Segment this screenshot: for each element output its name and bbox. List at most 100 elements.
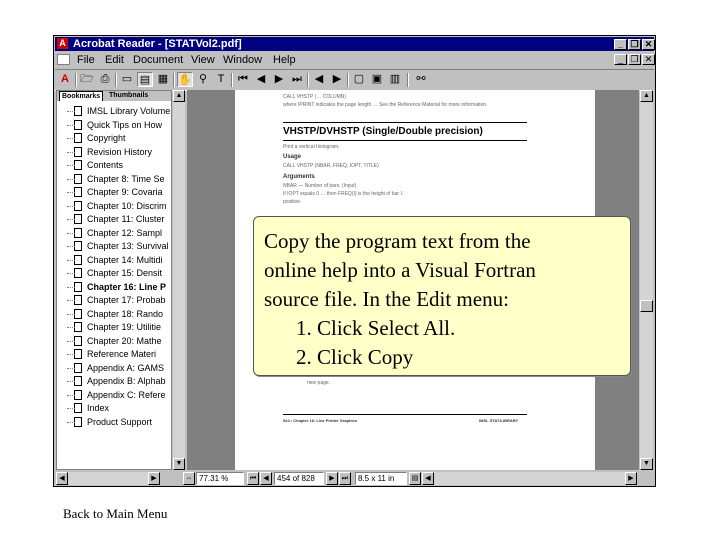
document-scrollbar[interactable]: ▲ ▼	[640, 90, 653, 470]
maximize-button[interactable]: ❐	[628, 39, 641, 50]
bookmark-item[interactable]: Index	[57, 402, 171, 415]
page-number-field[interactable]: 454 of 828	[274, 472, 324, 485]
page-icon	[67, 322, 82, 332]
tab-bookmarks[interactable]: Bookmarks	[59, 91, 104, 101]
scroll-up-icon[interactable]: ▲	[173, 90, 185, 102]
page-only-icon[interactable]: ▭	[119, 72, 135, 87]
bookmark-item[interactable]: Chapter 8: Time Se	[57, 173, 171, 186]
scroll-left-icon[interactable]: ◀	[422, 472, 434, 485]
bookmark-item[interactable]: Contents	[57, 159, 171, 172]
arg-text: positive.	[283, 199, 302, 205]
scroll-left-icon[interactable]: ◀	[56, 472, 68, 485]
scroll-right-icon[interactable]: ▶	[625, 472, 637, 485]
bookmark-item[interactable]: Chapter 18: Rando	[57, 308, 171, 321]
scroll-up-icon[interactable]: ▲	[640, 90, 653, 102]
bookmark-item[interactable]: IMSL Library Volume	[57, 105, 171, 118]
page-icon	[67, 241, 82, 251]
bookmark-label: Chapter 17: Probab	[87, 295, 166, 305]
thumbnails-pane-icon[interactable]: ▦	[155, 72, 171, 87]
scroll-down-icon[interactable]: ▼	[640, 458, 653, 470]
prev-page-icon[interactable]: ◀	[260, 472, 272, 485]
toolbar-separator	[75, 73, 77, 87]
bookmarks-hscroll[interactable]	[68, 472, 148, 485]
go-back-icon[interactable]: ◀	[311, 72, 327, 87]
menu-help[interactable]: Help	[273, 52, 296, 68]
zoom-mode-icon[interactable]: ⇔	[183, 472, 195, 485]
next-page-icon[interactable]: ▶	[271, 72, 287, 87]
menu-file[interactable]: File	[77, 52, 95, 68]
hand-tool-icon[interactable]: ✋	[177, 72, 193, 87]
bookmarks-scrollbar[interactable]: ▲ ▼	[173, 90, 185, 470]
bookmark-item[interactable]: Product Support	[57, 416, 171, 429]
bookmark-item[interactable]: Chapter 9: Covaria	[57, 186, 171, 199]
bookmark-item[interactable]: Chapter 10: Discrim	[57, 200, 171, 213]
bookmark-item[interactable]: Chapter 14: Multidi	[57, 254, 171, 267]
bookmark-label: Chapter 18: Rando	[87, 308, 164, 319]
page-icon	[67, 295, 82, 305]
bookmark-item[interactable]: Chapter 12: Sampl	[57, 227, 171, 240]
document-icon[interactable]	[57, 54, 70, 65]
find-icon[interactable]: ⚯	[413, 72, 429, 87]
zoom-tool-icon[interactable]: ⚲	[195, 72, 211, 87]
bookmark-label: Product Support	[87, 416, 153, 427]
arg-text: NBAR — Number of bars. (Input)	[283, 183, 357, 189]
bookmark-item[interactable]: Appendix B: Alphab	[57, 375, 171, 388]
go-forward-icon[interactable]: ▶	[329, 72, 345, 87]
doc-minimize-button[interactable]: _	[614, 54, 627, 65]
close-button[interactable]: ✕	[642, 39, 655, 50]
menu-view[interactable]: View	[191, 52, 215, 68]
bookmark-item[interactable]: Copyright	[57, 132, 171, 145]
page-footer-right: IMSL STAT/LIBRARY	[479, 418, 519, 423]
back-to-main-menu-link[interactable]: Back to Main Menu	[63, 506, 167, 522]
first-page-icon[interactable]: ⏮	[247, 472, 259, 485]
bookmark-item[interactable]: Chapter 19: Utilitie	[57, 321, 171, 334]
first-page-icon[interactable]: ⏮	[235, 72, 251, 87]
bookmark-label: Chapter 9: Covaria	[87, 187, 163, 197]
page-icon	[67, 214, 82, 224]
scroll-down-icon[interactable]: ▼	[173, 458, 185, 470]
page-rule	[283, 414, 527, 415]
acrobat-icon[interactable]: A	[57, 38, 68, 49]
bookmark-item[interactable]: Quick Tips on How	[57, 119, 171, 132]
bookmark-item[interactable]: Chapter 17: Probab	[57, 294, 171, 307]
actual-size-icon[interactable]: ▢	[351, 72, 367, 87]
page-icon	[67, 268, 82, 278]
print-icon[interactable]: ⎙	[97, 72, 113, 87]
page-layout-icon[interactable]: ▤	[409, 472, 421, 485]
bookmark-item[interactable]: Chapter 13: Survival	[57, 240, 171, 253]
doc-close-button[interactable]: ✕	[642, 54, 655, 65]
document-hscroll[interactable]	[434, 472, 625, 485]
bookmark-item[interactable]: Chapter 16: Line P	[57, 281, 171, 294]
tab-thumbnails[interactable]: Thumbnails	[109, 91, 148, 101]
page-subtitle: Print a vertical histogram.	[283, 144, 340, 150]
menu-document[interactable]: Document	[133, 52, 183, 68]
open-icon[interactable]: 🗁	[79, 72, 95, 87]
fit-width-icon[interactable]: ▥	[387, 72, 403, 87]
last-page-icon[interactable]: ⏭	[339, 472, 351, 485]
bookmark-label: Appendix C: Refere	[87, 389, 166, 400]
bookmarks-pane-icon[interactable]: ▤	[137, 72, 153, 87]
bookmark-item[interactable]: Reference Materi	[57, 348, 171, 361]
prev-page-icon[interactable]: ◀	[253, 72, 269, 87]
scroll-right-icon[interactable]: ▶	[148, 472, 160, 485]
bookmark-item[interactable]: Chapter 20: Mathe	[57, 335, 171, 348]
menu-edit[interactable]: Edit	[105, 52, 124, 68]
page-icon	[67, 119, 82, 130]
bookmark-item[interactable]: Chapter 11: Cluster	[57, 213, 171, 226]
minimize-button[interactable]: _	[614, 39, 627, 50]
callout-line: Copy the program text from the	[264, 229, 531, 253]
next-page-icon[interactable]: ▶	[326, 472, 338, 485]
doc-restore-button[interactable]: ❐	[628, 54, 641, 65]
toolbar-separator	[115, 73, 117, 87]
fit-page-icon[interactable]: ▣	[369, 72, 385, 87]
select-text-icon[interactable]: T	[213, 72, 229, 87]
bookmark-item[interactable]: Chapter 15: Densit	[57, 267, 171, 280]
callout-line: online help into a Visual Fortran	[264, 258, 536, 282]
zoom-field[interactable]: 77.31 %	[196, 472, 244, 485]
bookmark-item[interactable]: Appendix C: Refere	[57, 389, 171, 402]
last-page-icon[interactable]: ⏭	[289, 72, 305, 87]
bookmark-item[interactable]: Appendix A: GAMS	[57, 362, 171, 375]
bookmark-item[interactable]: Revision History	[57, 146, 171, 159]
menu-window[interactable]: Window	[223, 52, 262, 68]
scroll-thumb[interactable]	[640, 300, 653, 312]
